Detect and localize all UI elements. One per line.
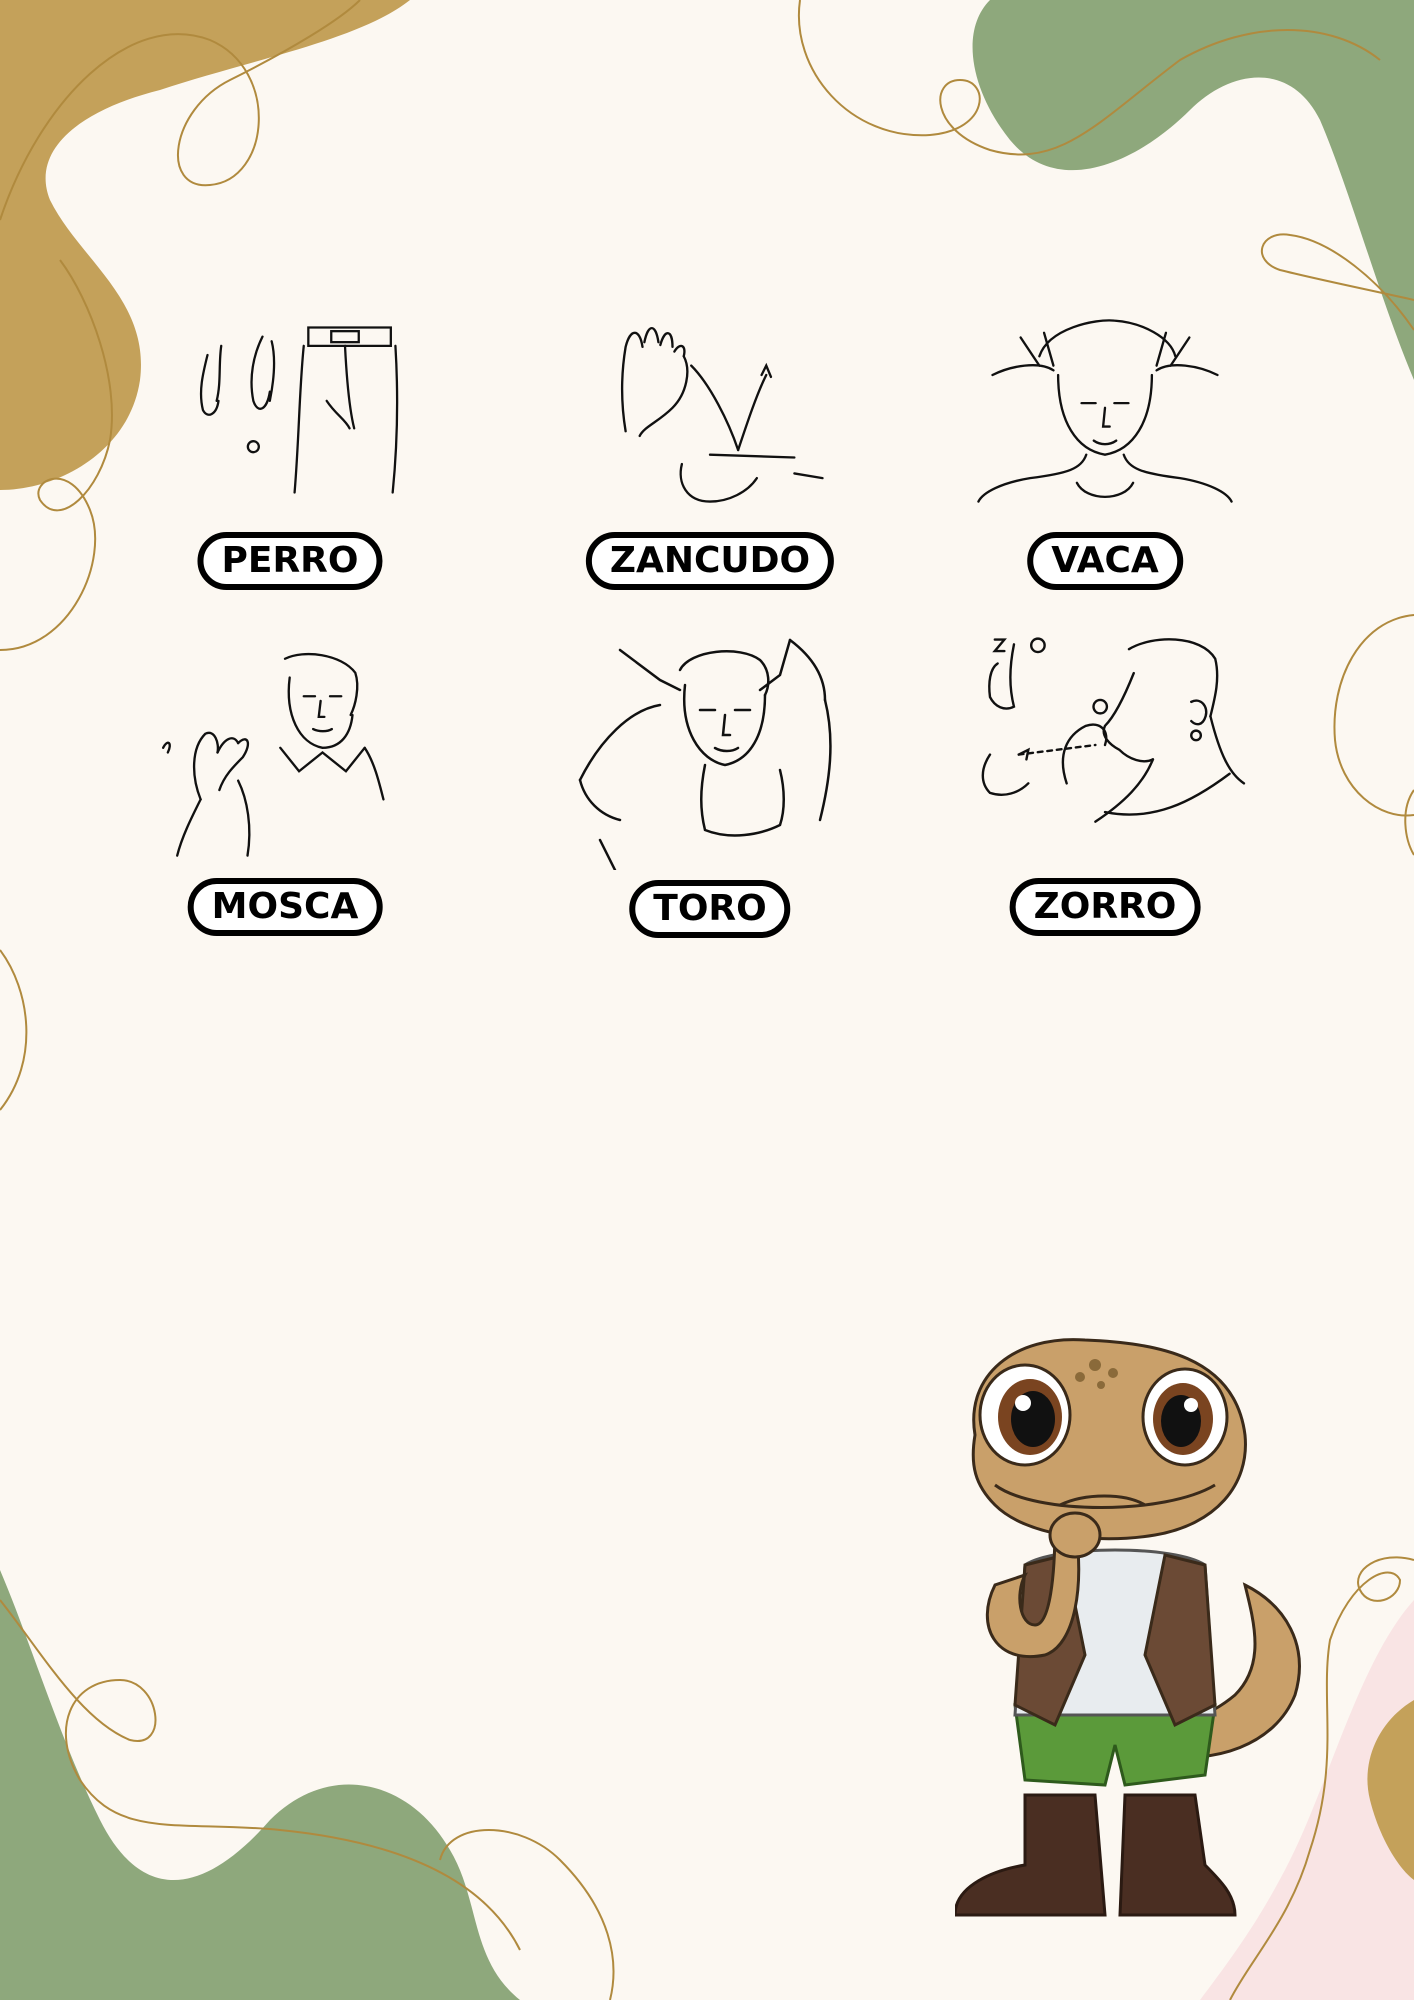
swirl-line-mid-left: [0, 949, 28, 1111]
sign-mosca-illustration: [161, 652, 385, 857]
swirl-line-right-mid: [1333, 614, 1414, 817]
mascot-hand: [1048, 1511, 1102, 1559]
sign-toro-illustration: [578, 638, 832, 870]
sign-label: VACA: [1027, 532, 1183, 590]
bottom-left-sage-blob: [0, 1570, 520, 2000]
swirl-line-right-lower: [1404, 789, 1414, 856]
sign-card-zorro: ZORRO: [955, 630, 1255, 940]
sign-label: PERRO: [197, 532, 383, 590]
mascot-left-boot: [955, 1793, 1107, 1917]
sign-zorro-illustration: [981, 637, 1246, 823]
mascot-right-boot: [1118, 1793, 1237, 1917]
sign-zancudo-illustration: [620, 326, 824, 503]
sign-card-mosca: MOSCA: [135, 640, 435, 940]
sign-perro-illustration: [199, 326, 399, 494]
lizard-mascot-illustration: [955, 1338, 1301, 1917]
sign-card-vaca: VACA: [955, 300, 1255, 600]
sign-card-toro: TORO: [560, 630, 860, 940]
sign-card-perro: PERRO: [140, 300, 440, 600]
sign-card-zancudo: ZANCUDO: [560, 300, 860, 600]
sign-label: ZANCUDO: [585, 532, 835, 590]
sign-label: TORO: [629, 880, 791, 938]
sign-label: ZORRO: [1009, 878, 1201, 936]
sign-vaca-illustration: [977, 319, 1233, 503]
sign-label: MOSCA: [187, 878, 383, 936]
